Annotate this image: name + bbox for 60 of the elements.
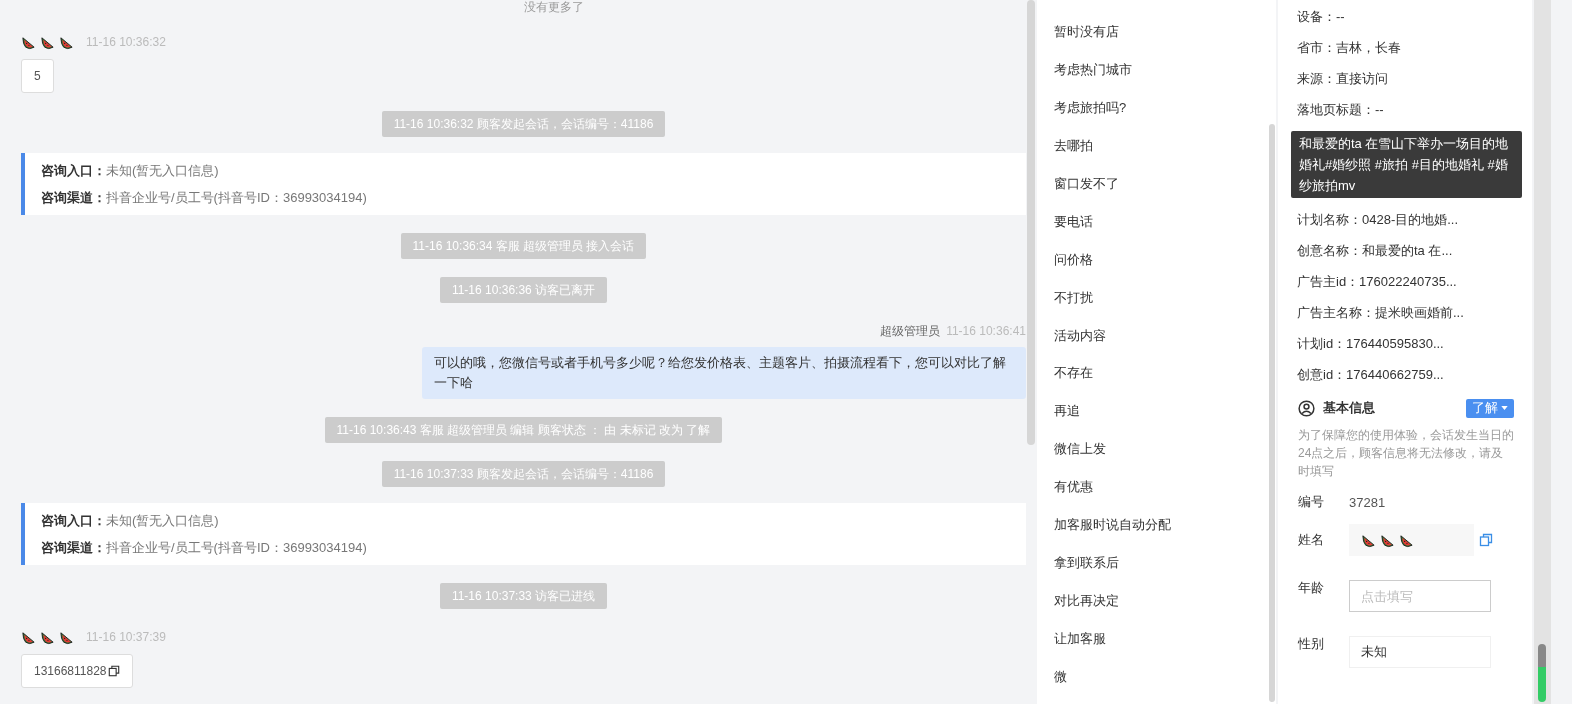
quick-reply-item[interactable]: 微信上发 (1054, 438, 1106, 477)
message-time: 11-16 10:37:39 (86, 630, 166, 644)
quick-reply-item[interactable]: 有优惠 (1054, 476, 1093, 515)
scrollbar[interactable] (1534, 0, 1551, 704)
quick-reply-item[interactable]: 不存在 (1054, 362, 1093, 401)
quick-reply-item[interactable]: 暂时没有店 (1054, 21, 1119, 59)
info-row-text: 计划名称：0428-目的地婚... (1297, 211, 1460, 229)
message-time: 11-16 10:36:41 (946, 324, 1026, 338)
field-label: 编号 (1298, 493, 1325, 511)
quick-reply-item[interactable]: 考虑旅拍吗? (1054, 96, 1127, 135)
message-bubble: 13166811828 (21, 654, 133, 688)
nickname-drawing (1361, 532, 1414, 548)
quick-reply-item[interactable]: 要电话 (1054, 210, 1093, 249)
quick-reply-item[interactable]: 拿到联系后 (1054, 552, 1119, 591)
info-line: 咨询渠道：抖音企业号/员工号(抖音号ID：36993034194) (41, 539, 368, 557)
quick-reply-item[interactable]: 去哪拍 (1054, 134, 1093, 173)
scrollbar[interactable] (1269, 124, 1275, 702)
quick-reply-item[interactable]: 让加客服 (1054, 628, 1106, 666)
info-line: 咨询入口：未知(暂无入口信息) (41, 162, 220, 180)
user-icon (1298, 399, 1315, 417)
info-row-text: 落地页标题：-- (1297, 101, 1385, 119)
quick-reply-item[interactable]: 对比再决定 (1054, 590, 1119, 628)
quick-reply-item[interactable]: 问价格 (1054, 248, 1093, 287)
caret-icon (1501, 406, 1508, 410)
message-time: 11-16 10:36:32 (86, 35, 166, 49)
field-label: 性别 (1298, 635, 1325, 653)
agent-name: 超级管理员 (880, 322, 941, 340)
quick-reply-item[interactable]: 活动内容 (1054, 324, 1106, 363)
copy-icon[interactable] (107, 665, 120, 677)
scrollbar[interactable] (1027, 0, 1035, 445)
quick-reply-item[interactable]: 不打扰 (1054, 286, 1093, 325)
info-line: 咨询入口：未知(暂无入口信息) (41, 512, 220, 530)
info-row-text: 创意名称：和最爱的ta 在... (1297, 242, 1454, 260)
name-field[interactable] (1349, 524, 1474, 556)
nickname-drawing (21, 34, 74, 50)
info-row-text: 来源：直接访问 (1297, 70, 1389, 88)
nickname-drawing (21, 629, 74, 645)
field-label: 年龄 (1298, 579, 1325, 597)
message-bubble: 可以的哦，您微信号或者手机号多少呢？给您发价格表、主题客片、拍摄流程看下，您可以对比了解一下哈 (422, 347, 1026, 399)
info-row-text: 省市：吉林，长春 (1297, 39, 1402, 57)
tooltip: 和最爱的ta 在雪山下举办一场目的地婚礼#婚纱照 #旅拍 #目的地婚礼 #婚纱旅拍mv (1291, 131, 1522, 198)
age-field[interactable]: 点击填写 (1349, 580, 1491, 612)
field-value: 37281 (1349, 494, 1386, 510)
gender-field[interactable]: 未知 (1349, 636, 1491, 668)
info-row-text: 广告主名称：提米映画婚前... (1297, 304, 1465, 322)
field-label: 姓名 (1298, 531, 1325, 549)
quick-reply-item[interactable]: 再追 (1054, 400, 1080, 439)
info-line: 咨询渠道：抖音企业号/员工号(抖音号ID：36993034194) (41, 189, 368, 207)
quick-reply-item[interactable]: 加客服时说自动分配 (1054, 514, 1171, 553)
hint-text: 为了保障您的使用体验，会话发生当日的24点之后，顾客信息将无法修改，请及时填写 (1298, 427, 1514, 480)
section-title: 基本信息 (1323, 399, 1376, 417)
quick-reply-item[interactable]: 窗口发不了 (1054, 172, 1119, 211)
info-row-text: 广告主id：176022240735... (1297, 273, 1458, 291)
info-row-text: 设备：-- (1297, 8, 1346, 26)
no-more-label: 没有更多了 (523, 0, 584, 14)
info-row-text: 创意id：176440662759... (1297, 366, 1445, 384)
quick-reply-item[interactable]: 考虑热门城市 (1054, 58, 1132, 97)
message-bubble: 5 (21, 59, 54, 93)
quick-reply-item[interactable]: 微 (1054, 665, 1067, 704)
info-row-text: 计划id：176440595830... (1297, 335, 1445, 353)
